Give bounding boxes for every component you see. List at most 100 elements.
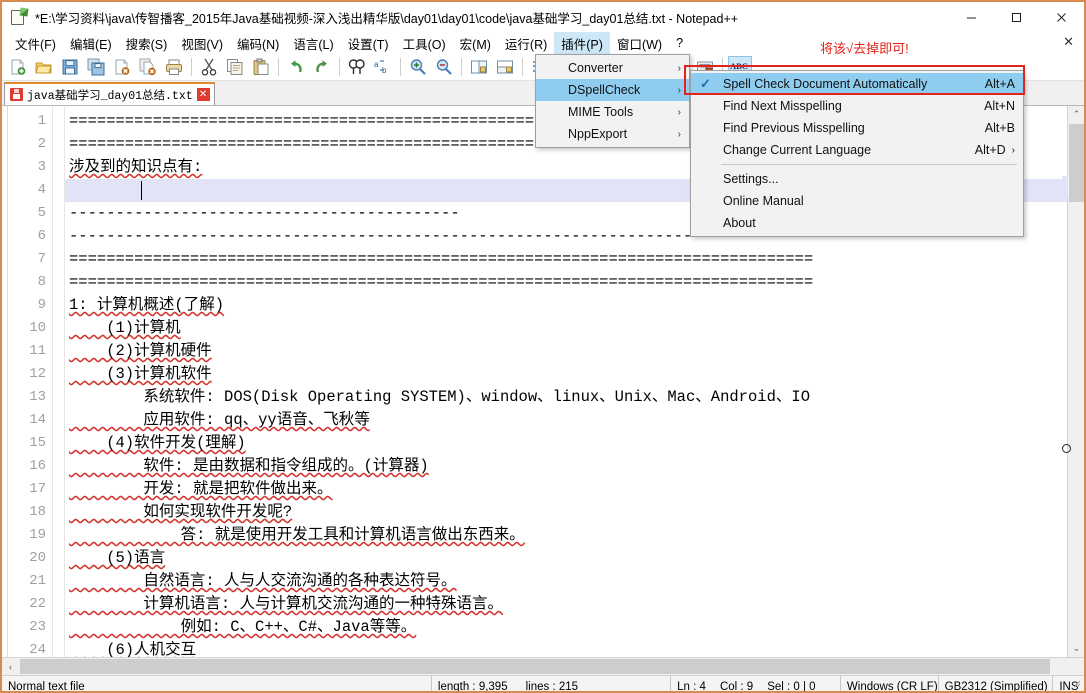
redo-icon[interactable] [310,56,334,79]
line-number: 15 [29,435,46,451]
vertical-scroll-thumb[interactable] [1069,124,1084,202]
code-line[interactable]: 如何实现软件开发呢? [65,501,1067,524]
line-number: 17 [29,481,46,497]
menu-item-label: DSpellCheck [568,83,641,97]
code-line[interactable]: (5)语言 [65,547,1067,570]
code-line[interactable]: 软件: 是由数据和指令组成的。(计算器) [65,455,1067,478]
code-line[interactable]: 系统软件: DOS(Disk Operating SYSTEM)、window、… [65,386,1067,409]
sync-vertical-scroll-icon[interactable] [467,56,491,79]
code-line[interactable]: 答: 就是使用开发工具和计算机语言做出东西来。 [65,524,1067,547]
line-number: 9 [37,297,46,313]
status-encoding[interactable]: GB2312 (Simplified) [939,675,1054,691]
resize-grip-icon[interactable] [1071,678,1081,688]
menu-plugins[interactable]: 插件(P) [554,31,610,55]
status-length-lines: length : 9,395 lines : 215 [432,675,672,691]
dspell-change-current-language[interactable]: Change Current Language Alt+D › [691,139,1023,161]
code-line[interactable]: (3)计算机软件 [65,363,1067,386]
menu-bar: 文件(F) 编辑(E) 搜索(S) 视图(V) 编码(N) 语言(L) 设置(T) 工具(O)… [2,31,1084,55]
menu-help[interactable]: ? [669,34,690,52]
menu-search[interactable]: 搜索(S) [119,32,175,55]
save-icon[interactable] [58,56,82,79]
plugins-dropdown-menu[interactable]: Converter › DSpellCheck › MIME Tools › NppExpo… [535,54,690,148]
status-line-number: Ln : 4 [677,680,706,693]
code-line[interactable]: 开发: 就是把软件做出来。 [65,478,1067,501]
menu-edit[interactable]: 编辑(E) [63,32,119,55]
save-all-icon[interactable] [84,56,108,79]
open-file-icon[interactable] [32,56,56,79]
code-line-text: 软件: 是由数据和指令组成的。(计算器) [69,457,429,475]
replace-icon[interactable]: ab [371,56,395,79]
copy-icon[interactable] [223,56,247,79]
menu-view[interactable]: 视图(V) [174,32,230,55]
close-tab-icon[interactable]: ✕ [196,88,210,101]
line-number: 6 [37,228,46,244]
code-line[interactable]: 应用软件: qq、yy语音、飞秋等 [65,409,1067,432]
dspell-find-previous-misspelling[interactable]: Find Previous Misspelling Alt+B [691,117,1023,139]
scroll-down-button[interactable]: ⌄ [1068,640,1084,657]
dspellcheck-submenu[interactable]: ✓ Spell Check Document Automatically Alt+A… [690,70,1024,237]
scroll-up-button[interactable]: ⌃ [1068,106,1084,123]
vertical-scrollbar[interactable]: ⌃ ⌄ [1062,106,1084,657]
dspell-about[interactable]: About [691,212,1023,234]
chevron-right-icon: › [677,84,681,96]
toolbar-separator [191,58,192,76]
dspell-find-next-misspelling[interactable]: Find Next Misspelling Alt+N [691,95,1023,117]
minimize-button[interactable] [949,2,994,32]
code-line[interactable]: 计算机语言: 人与计算机交流沟通的一种特殊语言。 [65,593,1067,616]
zoom-out-icon[interactable] [432,56,456,79]
zoom-in-icon[interactable] [406,56,430,79]
close-file-icon[interactable] [110,56,134,79]
horizontal-scrollbar[interactable]: ‹ [2,657,1084,675]
sync-horizontal-scroll-icon[interactable] [493,56,517,79]
code-line-text: (5)语言 [69,549,166,567]
status-eol-format[interactable]: Windows (CR LF) [841,675,939,691]
menu-encoding[interactable]: 编码(N) [230,32,286,55]
code-line[interactable]: (2)计算机硬件 [65,340,1067,363]
dspell-settings[interactable]: Settings... [691,168,1023,190]
code-line-text: 答: 就是使用开发工具和计算机语言做出东西来。 [69,526,525,544]
horizontal-scroll-thumb[interactable] [20,659,1050,674]
plugin-menu-mime-tools[interactable]: MIME Tools › [536,101,689,123]
new-file-icon[interactable] [6,56,30,79]
menu-item-label: Find Previous Misspelling [723,121,865,135]
scroll-left-button[interactable]: ‹ [2,658,19,675]
code-line[interactable]: 自然语言: 人与人交流沟通的各种表达符号。 [65,570,1067,593]
line-number: 21 [29,573,46,589]
cut-icon[interactable] [197,56,221,79]
dspell-spell-check-automatically[interactable]: ✓ Spell Check Document Automatically Alt+A [691,73,1023,95]
close-all-icon[interactable] [136,56,160,79]
code-line[interactable]: (4)软件开发(理解) [65,432,1067,455]
find-icon[interactable] [345,56,369,79]
menu-macro[interactable]: 宏(M) [453,32,498,55]
menu-file[interactable]: 文件(F) [8,32,63,55]
menu-run[interactable]: 运行(R) [498,32,554,55]
undo-icon[interactable] [284,56,308,79]
menu-window[interactable]: 窗口(W) [610,32,669,55]
document-tab[interactable]: java基础学习_day01总结.txt ✕ [4,82,215,105]
print-icon[interactable] [162,56,186,79]
code-line-text: ========================================… [69,273,814,291]
code-line[interactable]: (1)计算机 [65,317,1067,340]
menu-language[interactable]: 语言(L) [286,32,340,55]
dspell-online-manual[interactable]: Online Manual [691,190,1023,212]
code-line-text: 计算机语言: 人与计算机交流沟通的一种特殊语言。 [69,595,504,613]
menu-settings[interactable]: 设置(T) [341,32,396,55]
code-line[interactable]: 例如: C、C++、C#、Java等等。 [65,616,1067,639]
paste-icon[interactable] [249,56,273,79]
line-number: 2 [37,136,46,152]
code-line[interactable]: ========================================… [65,248,1067,271]
code-line[interactable]: (6)人机交互 [65,639,1067,657]
close-document-button[interactable]: ✕ [1063,34,1074,50]
plugin-menu-dspellcheck[interactable]: DSpellCheck › [536,79,689,101]
maximize-button[interactable] [994,2,1039,32]
line-number: 13 [29,389,46,405]
plugin-menu-nppexport[interactable]: NppExport › [536,123,689,145]
menu-tools[interactable]: 工具(O) [396,32,453,55]
line-number: 3 [37,159,46,175]
chevron-right-icon: › [677,62,681,74]
close-button[interactable] [1039,2,1084,32]
code-line[interactable]: ========================================… [65,271,1067,294]
code-line[interactable]: 1: 计算机概述(了解) [65,294,1067,317]
toolbar-separator [461,58,462,76]
plugin-menu-converter[interactable]: Converter › [536,57,689,79]
